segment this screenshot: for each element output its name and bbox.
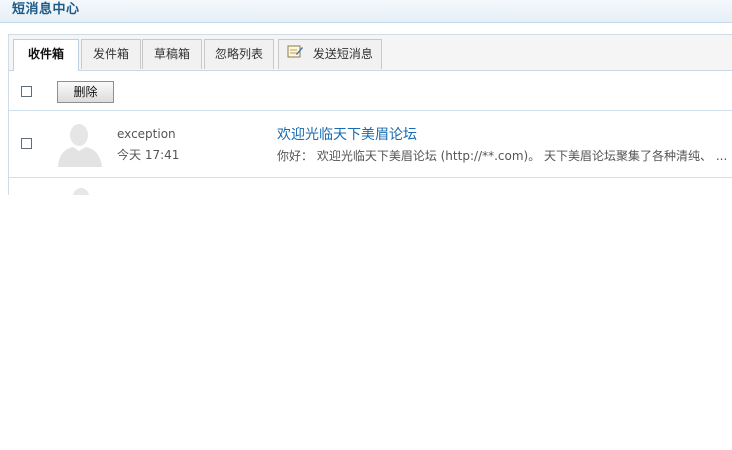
message-checkbox[interactable] (21, 138, 32, 149)
tab-inbox[interactable]: 收件箱 (13, 39, 79, 71)
tab-outbox-label: 发件箱 (92, 47, 129, 61)
tab-send-message-label: 发送短消息 (312, 47, 373, 61)
tab-ignore-list-label: 忽略列表 (214, 47, 263, 61)
compose-icon (287, 40, 304, 68)
tab-inbox-label: 收件箱 (27, 47, 64, 61)
header-bar: 短消息中心 (0, 0, 732, 23)
tab-outbox[interactable]: 发件箱 (81, 39, 141, 69)
tab-ignore-list[interactable]: 忽略列表 (204, 39, 274, 69)
message-center-page: 短消息中心 收件箱 发件箱 草稿箱 忽略列表 发送短消息 删除 exceptio… (0, 0, 732, 450)
action-toolbar: 删除 (9, 71, 732, 111)
message-time: 今天 17:41 (117, 148, 180, 162)
select-all-checkbox[interactable] (21, 86, 32, 97)
message-panel: 收件箱 发件箱 草稿箱 忽略列表 发送短消息 删除 exception 今天 1… (8, 34, 732, 195)
tab-drafts-label: 草稿箱 (153, 47, 190, 61)
delete-button[interactable]: 删除 (57, 81, 114, 103)
default-avatar-icon (55, 119, 105, 167)
tab-bar: 收件箱 发件箱 草稿箱 忽略列表 发送短消息 (9, 35, 732, 71)
message-subject-link[interactable]: 欢迎光临天下美眉论坛 (277, 124, 417, 144)
tab-send-message[interactable]: 发送短消息 (278, 39, 382, 69)
sender-name[interactable]: exception (117, 127, 176, 141)
avatar-partial-icon (73, 188, 89, 195)
message-preview: 你好： 欢迎光临天下美眉论坛 (http://**.com)。 天下美眉论坛聚集… (277, 149, 728, 163)
next-message-row-partial (9, 178, 732, 195)
page-title: 短消息中心 (12, 2, 80, 17)
message-row[interactable]: exception 今天 17:41 欢迎光临天下美眉论坛 你好： 欢迎光临天下… (9, 111, 732, 178)
tab-drafts[interactable]: 草稿箱 (142, 39, 202, 69)
